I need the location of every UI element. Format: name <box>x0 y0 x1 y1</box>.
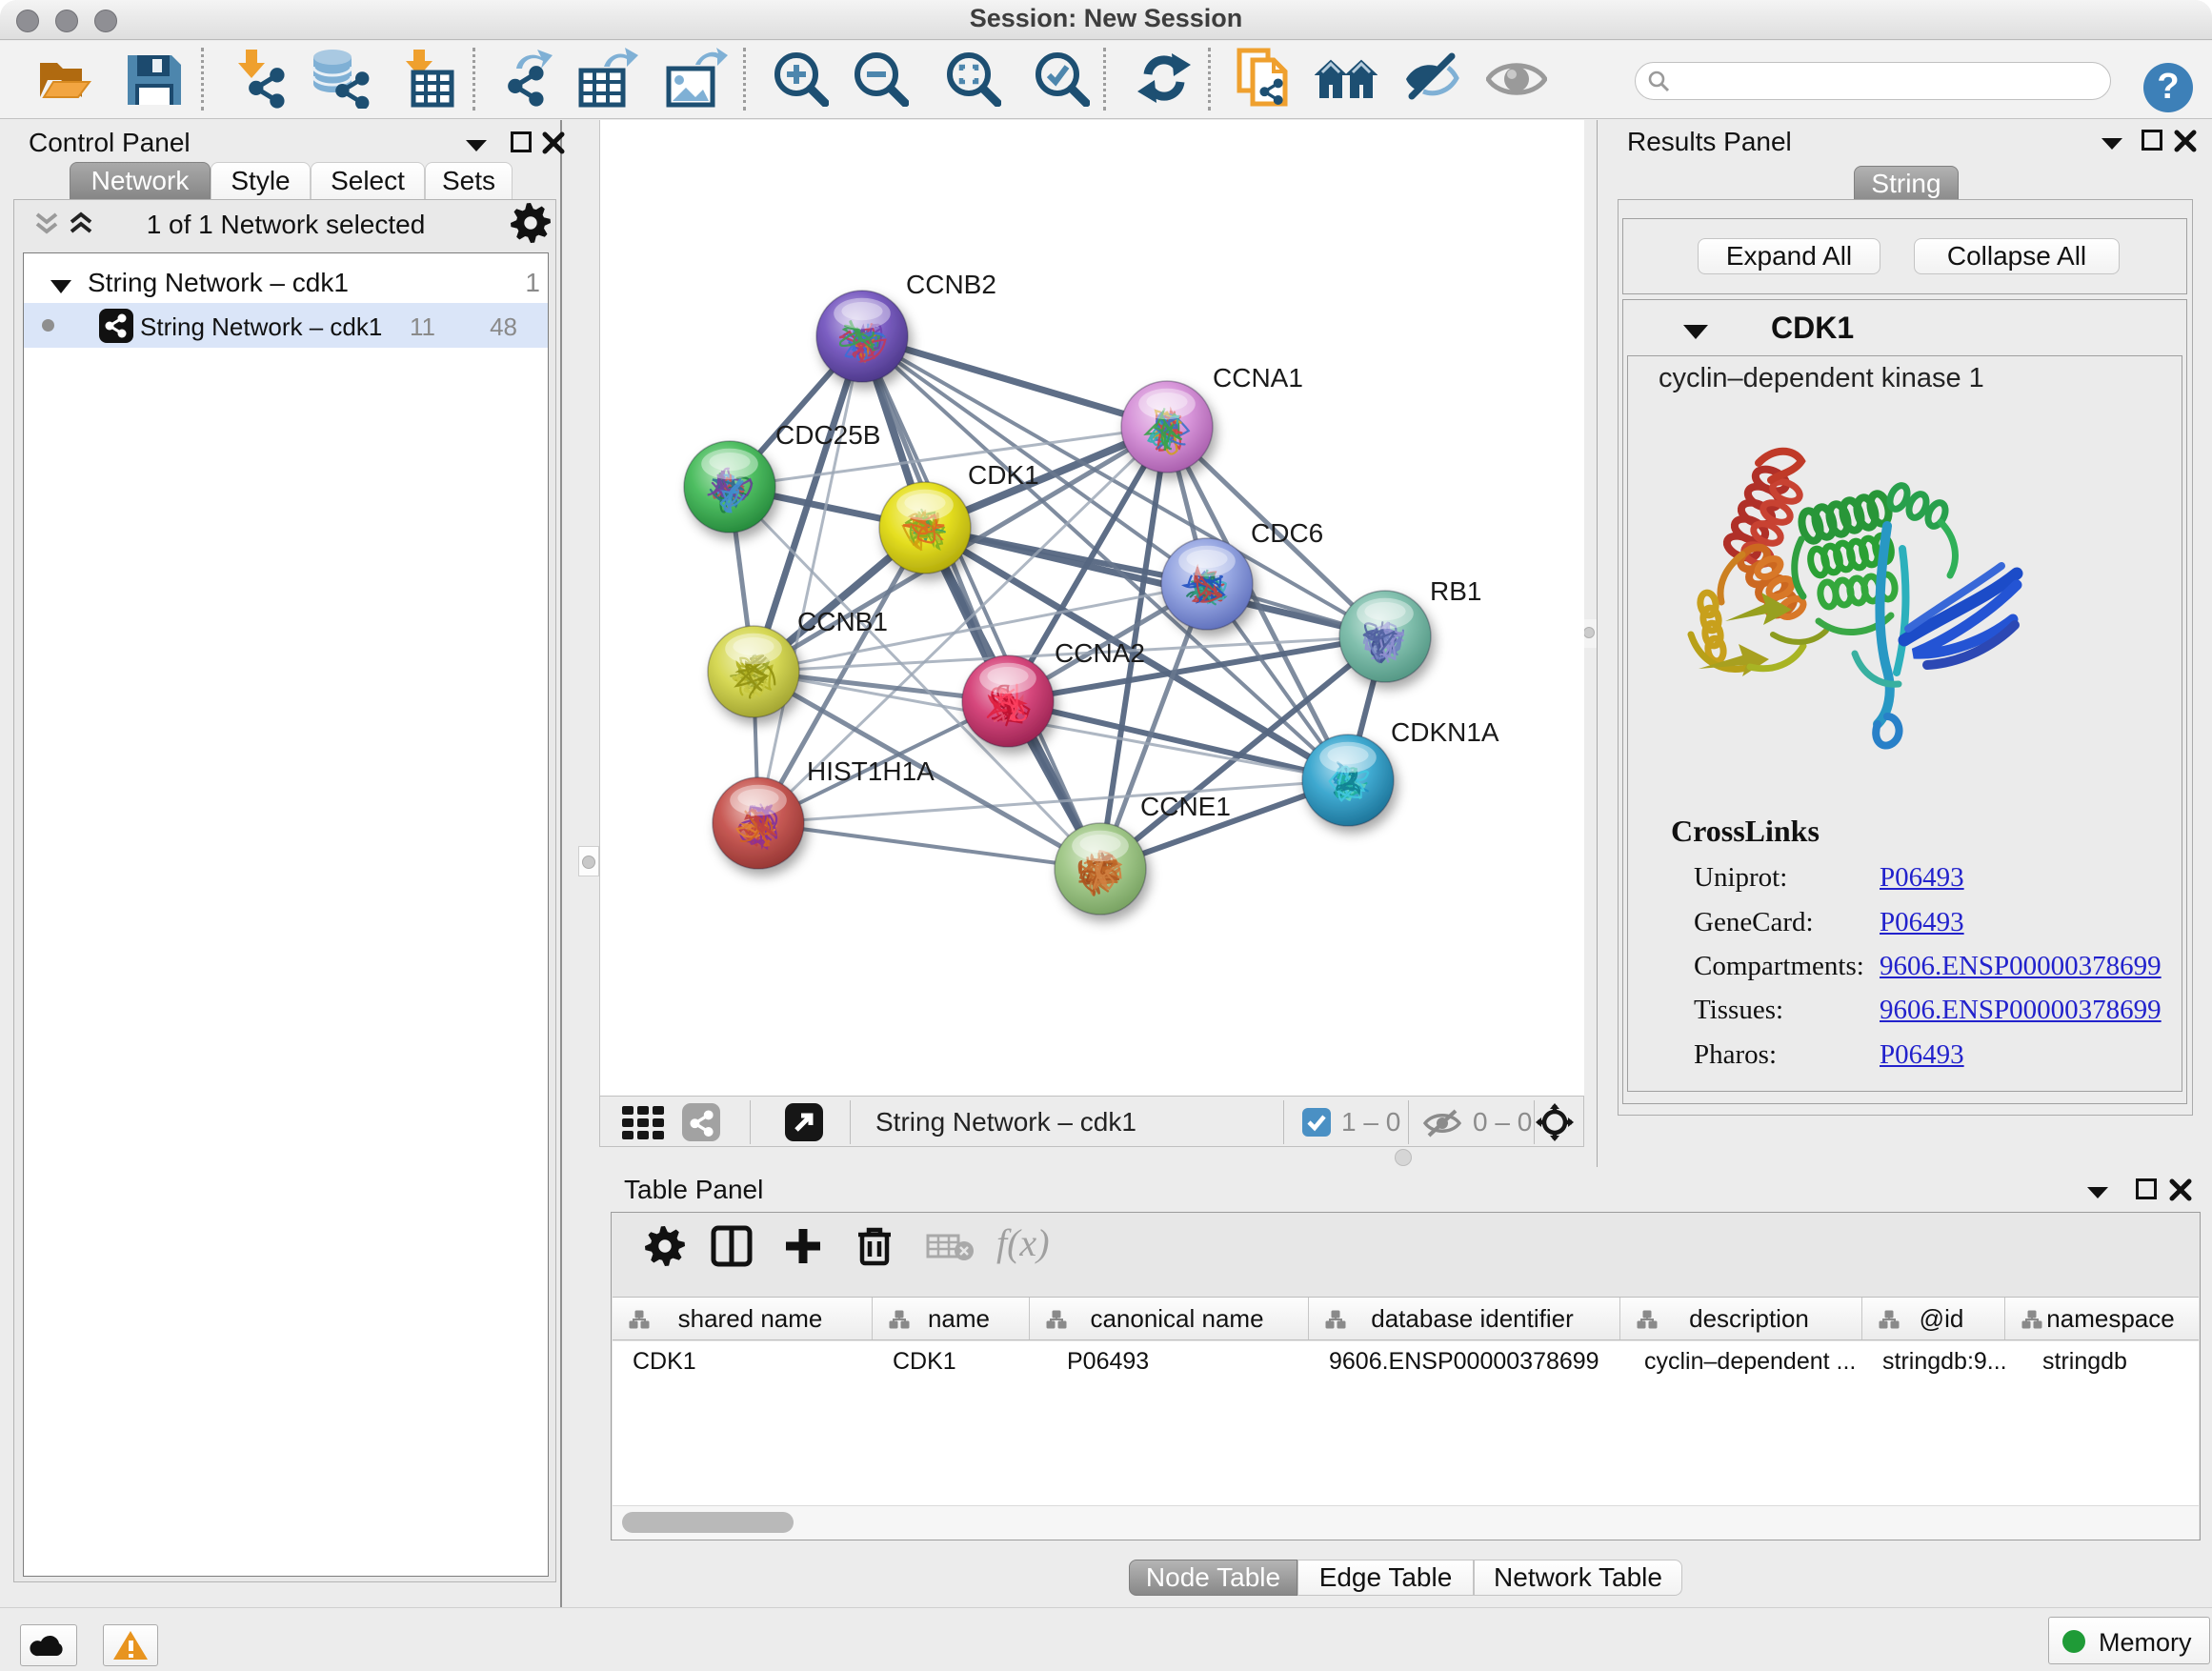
svg-text:HIST1H1A: HIST1H1A <box>807 756 935 786</box>
svg-text:CCNE1: CCNE1 <box>1140 792 1231 821</box>
svg-text:CCNB1: CCNB1 <box>797 607 888 636</box>
svg-text:CCNA2: CCNA2 <box>1055 638 1145 668</box>
svg-text:CCNA1: CCNA1 <box>1213 363 1303 393</box>
svg-text:CDK1: CDK1 <box>968 460 1039 490</box>
svg-text:CDC6: CDC6 <box>1251 518 1323 548</box>
svg-text:CDKN1A: CDKN1A <box>1391 717 1499 747</box>
svg-text:CDC25B: CDC25B <box>775 420 880 450</box>
svg-text:CCNB2: CCNB2 <box>906 270 996 299</box>
svg-text:RB1: RB1 <box>1430 576 1481 606</box>
